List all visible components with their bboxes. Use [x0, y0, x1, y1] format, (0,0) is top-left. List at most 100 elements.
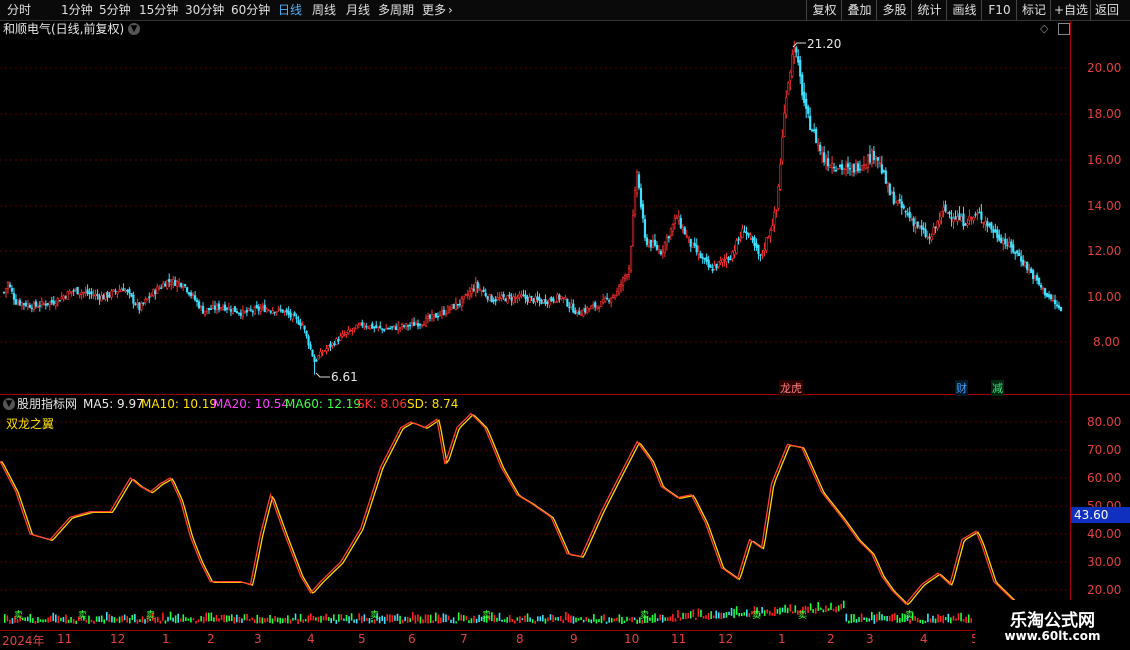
- overlay-button[interactable]: 叠加: [841, 0, 877, 20]
- candle: [625, 273, 629, 281]
- signal-bar: [626, 616, 628, 622]
- signal-bar: [139, 619, 141, 622]
- signal-bar: [677, 610, 679, 619]
- candle: [906, 208, 909, 217]
- signal-bar: [116, 618, 118, 622]
- candle: [120, 287, 123, 292]
- candle: [134, 302, 137, 306]
- chevron-down-icon[interactable]: ▼: [3, 398, 15, 410]
- toolbar: 分时 1分钟 5分钟 15分钟 30分钟 60分钟 日线 周线 月线 多周期 更…: [0, 0, 1130, 21]
- tab-timeframe-fenshi[interactable]: 分时: [7, 1, 31, 19]
- signal-bar: [519, 616, 521, 623]
- stock-title[interactable]: 和顺电气(日线,前复权): [3, 21, 124, 37]
- stats-button[interactable]: 统计: [911, 0, 947, 20]
- candle: [255, 301, 258, 309]
- signal-bar: [689, 611, 692, 619]
- draw-line-button[interactable]: 画线: [946, 0, 982, 20]
- signal-bar: [340, 614, 343, 621]
- candle: [805, 92, 808, 119]
- candle: [896, 200, 899, 206]
- candle: [749, 232, 752, 240]
- candle: [56, 296, 59, 307]
- candle: [556, 292, 559, 303]
- tab-timeframe-daily[interactable]: 日线: [278, 1, 302, 19]
- signal-bar: [83, 615, 85, 621]
- signal-bar: [371, 619, 373, 623]
- signal-bar: [383, 616, 386, 624]
- chevron-down-icon[interactable]: ▼: [128, 23, 140, 35]
- f10-button[interactable]: F10: [981, 0, 1017, 20]
- mark-button[interactable]: 标记: [1016, 0, 1051, 20]
- candle: [399, 326, 402, 333]
- tab-timeframe-weekly[interactable]: 周线: [312, 1, 336, 19]
- candle: [76, 286, 79, 295]
- candle: [1018, 248, 1021, 257]
- window-toggle-icon[interactable]: [1058, 23, 1070, 35]
- back-button[interactable]: 返回: [1090, 0, 1123, 20]
- signal-bar: [39, 619, 42, 622]
- candle: [466, 289, 469, 300]
- signal-bar: [692, 609, 695, 618]
- tab-timeframe-15min[interactable]: 15分钟: [139, 1, 178, 19]
- candle: [32, 300, 35, 313]
- signal-bar: [118, 616, 121, 624]
- date-tick: 2: [827, 632, 835, 646]
- indicator-title[interactable]: 股朋指标网: [17, 396, 77, 412]
- candle: [753, 235, 756, 251]
- candle: [333, 340, 336, 347]
- signal-bar: [292, 617, 294, 621]
- indicator-tick: 80.00: [1087, 415, 1122, 429]
- signal-bar: [343, 618, 345, 621]
- signal-bar: [98, 616, 100, 622]
- event-marker-jian[interactable]: 减: [991, 380, 1004, 396]
- signal-bar: [26, 616, 29, 622]
- signal-bar: [269, 614, 271, 623]
- candle: [128, 287, 131, 299]
- signal-bar: [463, 615, 465, 622]
- tab-more[interactable]: 更多 ›: [422, 1, 453, 19]
- signal-bar: [725, 612, 728, 618]
- signal-bar: [927, 613, 929, 623]
- signal-bar: [904, 614, 906, 623]
- event-marker-cai[interactable]: 财: [955, 380, 968, 396]
- candle: [552, 296, 555, 304]
- candle: [118, 284, 121, 293]
- signal-bar: [276, 617, 279, 623]
- event-marker-longhu[interactable]: 龙虎: [779, 380, 803, 396]
- signal-bar: [812, 609, 814, 613]
- add-watchlist-button[interactable]: +自选: [1050, 0, 1091, 20]
- candle: [675, 214, 678, 219]
- candle: [424, 314, 428, 328]
- signal-bar: [585, 617, 587, 622]
- signal-bar: [330, 618, 332, 624]
- signal-bar: [325, 613, 327, 621]
- signal-bar: [771, 612, 774, 616]
- tab-timeframe-5min[interactable]: 5分钟: [99, 1, 131, 19]
- tab-timeframe-30min[interactable]: 30分钟: [185, 1, 224, 19]
- signal-bar: [881, 614, 883, 621]
- signal-bar: [572, 616, 575, 624]
- candle: [148, 292, 151, 304]
- fuquan-button[interactable]: 复权: [806, 0, 842, 20]
- tab-timeframe-monthly[interactable]: 月线: [346, 1, 370, 19]
- signal-bar: [134, 613, 136, 623]
- diamond-icon[interactable]: ◇: [1040, 22, 1048, 35]
- candle: [860, 164, 864, 172]
- candle: [492, 297, 495, 305]
- signal-bar: [669, 616, 672, 621]
- multi-stock-button[interactable]: 多股: [876, 0, 912, 20]
- candle: [705, 253, 708, 265]
- candle: [1049, 293, 1053, 302]
- candle: [377, 326, 380, 332]
- signal-bar: [723, 612, 725, 619]
- tab-timeframe-multi[interactable]: 多周期: [378, 1, 414, 19]
- signal-bar: [279, 617, 281, 624]
- candle: [582, 307, 585, 318]
- tab-timeframe-1min[interactable]: 1分钟: [61, 1, 93, 19]
- signal-bar: [565, 611, 567, 621]
- candle: [651, 234, 655, 249]
- tab-timeframe-60min[interactable]: 60分钟: [231, 1, 270, 19]
- candle: [432, 314, 436, 322]
- candle: [602, 293, 605, 305]
- kline-chart[interactable]: 卖卖卖卖卖卖卖卖卖: [0, 0, 1130, 650]
